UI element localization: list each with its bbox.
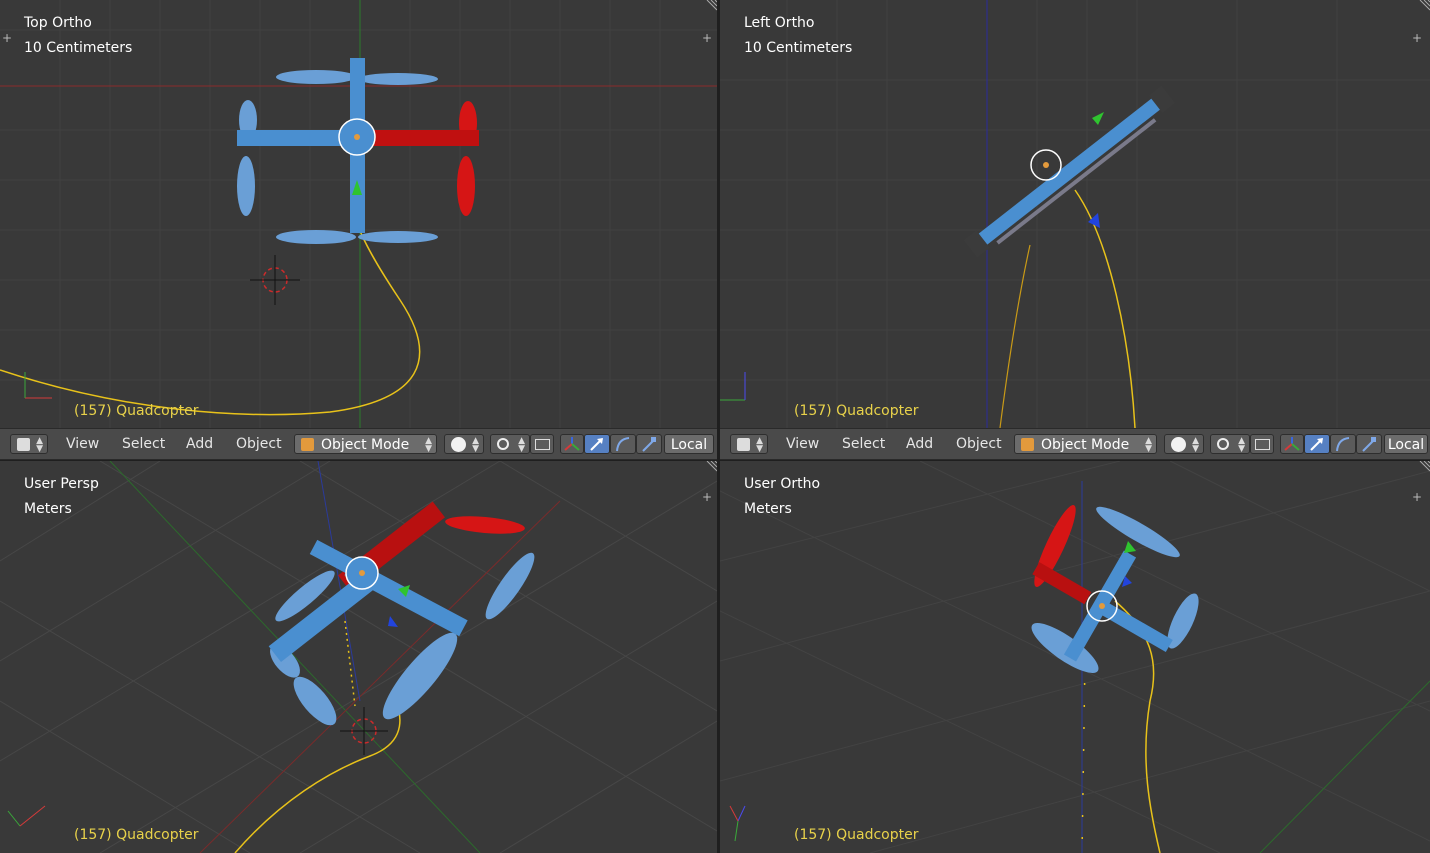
- viewport-scale: 10 Centimeters: [744, 40, 853, 56]
- plus-icon[interactable]: +: [1410, 490, 1424, 504]
- plus-icon[interactable]: +: [700, 31, 714, 45]
- viewport-user-ortho[interactable]: User Ortho Meters (157) Quadcopter +: [720, 461, 1430, 853]
- area-split-corner[interactable]: [703, 461, 717, 475]
- scale-icon: [1362, 437, 1376, 452]
- overlay-button[interactable]: [1250, 434, 1274, 454]
- user-ortho-scene[interactable]: [720, 461, 1430, 853]
- manipulator-toggle[interactable]: [1280, 434, 1304, 454]
- pivot-point-button[interactable]: ▲ ▼: [490, 434, 530, 454]
- menu-add[interactable]: Add: [904, 434, 935, 454]
- active-object-label: (157) Quadcopter: [794, 403, 919, 419]
- scale-manipulator-button[interactable]: [1356, 434, 1382, 454]
- rotate-icon: [616, 437, 630, 452]
- mode-select[interactable]: Object Mode ▲ ▼: [1014, 434, 1157, 454]
- viewport-left-ortho[interactable]: Left Ortho 10 Centimeters (157) Quadcopt…: [720, 0, 1430, 428]
- area-split-corner[interactable]: [1416, 461, 1430, 475]
- pivot-point-button[interactable]: ▲ ▼: [1210, 434, 1250, 454]
- shading-sphere-icon: [451, 437, 466, 452]
- viewport-shading-button[interactable]: ▲ ▼: [444, 434, 484, 454]
- translate-icon: [1310, 438, 1323, 451]
- menu-add[interactable]: Add: [184, 434, 215, 454]
- viewport-scale: 10 Centimeters: [24, 40, 133, 56]
- viewport-title: User Ortho: [744, 476, 821, 492]
- pivot-icon: [497, 438, 509, 450]
- viewport-scale: Meters: [744, 501, 792, 517]
- left-ortho-scene[interactable]: [720, 0, 1430, 428]
- overlay-icon: [535, 439, 550, 450]
- menu-select[interactable]: Select: [840, 434, 887, 454]
- menu-view[interactable]: View: [64, 434, 101, 454]
- scale-manipulator-button[interactable]: [636, 434, 662, 454]
- viewport-shading-button[interactable]: ▲ ▼: [1164, 434, 1204, 454]
- translate-icon: [590, 438, 603, 451]
- scale-icon: [642, 437, 656, 452]
- cube-icon: [1021, 438, 1034, 451]
- mode-select-label: Object Mode: [321, 437, 410, 453]
- area-split-corner[interactable]: [703, 0, 717, 14]
- rotate-manipulator-button[interactable]: [610, 434, 636, 454]
- 3d-view-header-right: ▲ ▼ View Select Add Object Object Mode ▲ ▼…: [720, 428, 1430, 460]
- cube-icon: [301, 438, 314, 451]
- viewport-title: Top Ortho: [24, 15, 92, 31]
- mode-select[interactable]: Object Mode ▲ ▼: [294, 434, 437, 454]
- 3d-view-header-left: ▲ ▼ View Select Add Object Object Mode ▲ ▼…: [0, 428, 717, 460]
- manipulator-icon: [564, 437, 580, 451]
- manipulator-toggle[interactable]: [560, 434, 584, 454]
- plus-icon[interactable]: +: [1410, 31, 1424, 45]
- editor-type-button[interactable]: ▲ ▼: [10, 434, 48, 454]
- translate-manipulator-button[interactable]: [584, 434, 610, 454]
- editor-type-icon: [17, 438, 30, 451]
- rotate-manipulator-button[interactable]: [1330, 434, 1356, 454]
- active-object-label: (157) Quadcopter: [74, 403, 199, 419]
- mode-select-label: Object Mode: [1041, 437, 1130, 453]
- viewport-title: User Persp: [24, 476, 99, 492]
- pivot-icon: [1217, 438, 1229, 450]
- viewport-title: Left Ortho: [744, 15, 815, 31]
- shading-sphere-icon: [1171, 437, 1186, 452]
- plus-icon[interactable]: +: [0, 31, 14, 45]
- overlay-icon: [1255, 439, 1270, 450]
- editor-type-button[interactable]: ▲ ▼: [730, 434, 768, 454]
- active-object-label: (157) Quadcopter: [74, 827, 199, 843]
- user-persp-scene[interactable]: [0, 461, 717, 853]
- editor-type-icon: [737, 438, 750, 451]
- overlay-button[interactable]: [530, 434, 554, 454]
- menu-object[interactable]: Object: [954, 434, 1004, 454]
- menu-select[interactable]: Select: [120, 434, 167, 454]
- active-object-label: (157) Quadcopter: [794, 827, 919, 843]
- area-split-corner[interactable]: [1416, 0, 1430, 14]
- top-ortho-scene[interactable]: [0, 0, 717, 428]
- menu-object[interactable]: Object: [234, 434, 284, 454]
- viewport-top-ortho[interactable]: Top Ortho 10 Centimeters (157) Quadcopte…: [0, 0, 717, 428]
- translate-manipulator-button[interactable]: [1304, 434, 1330, 454]
- rotate-icon: [1336, 437, 1350, 452]
- manipulator-icon: [1284, 437, 1300, 451]
- menu-view[interactable]: View: [784, 434, 821, 454]
- transform-orientation-select[interactable]: Local: [1384, 434, 1428, 454]
- transform-orientation-select[interactable]: Local: [664, 434, 714, 454]
- viewport-scale: Meters: [24, 501, 72, 517]
- viewport-user-persp[interactable]: User Persp Meters (157) Quadcopter +: [0, 461, 717, 853]
- plus-icon[interactable]: +: [700, 490, 714, 504]
